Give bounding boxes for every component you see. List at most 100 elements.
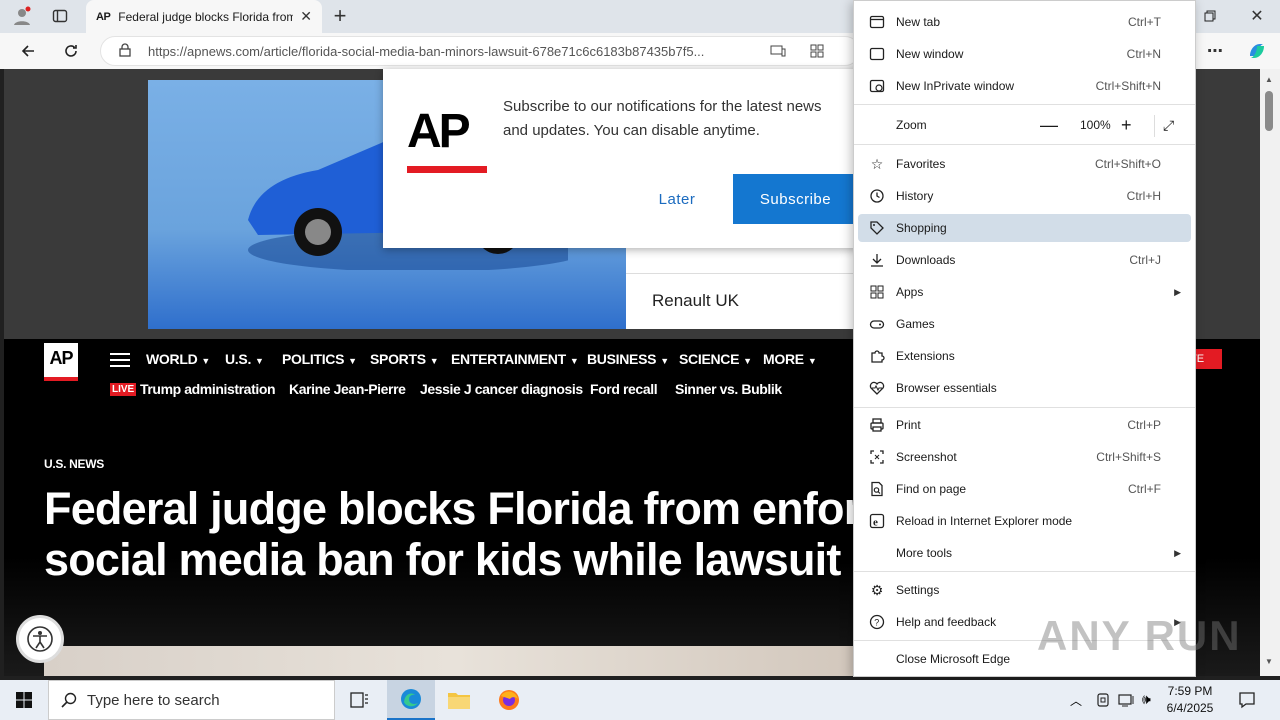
menu-item-apps[interactable]: Apps ▶ xyxy=(858,278,1191,306)
chevron-down-icon: ▼ xyxy=(201,356,210,366)
nav-entertainment-label: ENTERTAINMENT xyxy=(451,351,566,367)
trending-link[interactable]: Sinner vs. Bublik xyxy=(675,381,782,397)
chevron-down-icon: ▼ xyxy=(255,356,264,366)
settings-more-icon[interactable]: ⋯ xyxy=(1201,37,1229,65)
article-kicker[interactable]: U.S. NEWS xyxy=(44,457,104,471)
active-tab[interactable]: AP Federal judge blocks Florida from ✕ xyxy=(86,0,322,33)
trending-link[interactable]: Trump administration xyxy=(140,381,276,397)
later-button[interactable]: Later xyxy=(633,174,721,224)
nav-politics[interactable]: POLITICS ▼ xyxy=(282,351,357,367)
apps-icon xyxy=(858,284,896,300)
watermark: ANY RUN xyxy=(1037,612,1242,659)
screenshot-icon xyxy=(858,449,896,465)
menu-shortcut: Ctrl+P xyxy=(1127,418,1161,432)
network-device-icon[interactable] xyxy=(1095,692,1111,713)
trending-link[interactable]: Karine Jean-Pierre xyxy=(289,381,406,397)
history-icon xyxy=(858,188,896,204)
ap-logo[interactable]: AP xyxy=(44,343,78,381)
menu-item-new-window[interactable]: New window Ctrl+N xyxy=(858,40,1191,68)
menu-item-ie-mode[interactable]: e Reload in Internet Explorer mode xyxy=(858,507,1191,535)
scroll-thumb[interactable] xyxy=(1265,91,1273,131)
volume-icon[interactable]: 🕪 xyxy=(1142,691,1151,708)
svg-text:?: ? xyxy=(874,618,879,628)
menu-item-favorites[interactable]: ☆ Favorites Ctrl+Shift+O xyxy=(858,150,1191,178)
scroll-up-icon[interactable]: ▲ xyxy=(1265,75,1273,84)
nav-us[interactable]: U.S. ▼ xyxy=(225,351,264,367)
tab-favicon: AP xyxy=(96,10,111,23)
accessibility-button[interactable] xyxy=(16,615,64,663)
nav-sports[interactable]: SPORTS ▼ xyxy=(370,351,439,367)
read-aloud-icon[interactable] xyxy=(764,37,792,65)
help-icon: ? xyxy=(858,614,896,630)
tray-overflow-icon[interactable]: ︿ xyxy=(1070,692,1082,709)
url-text: https://apnews.com/article/florida-socia… xyxy=(148,43,705,59)
trending-link[interactable]: Jessie J cancer diagnosis xyxy=(420,381,583,397)
notifications-icon[interactable] xyxy=(1238,691,1256,714)
menu-item-extensions[interactable]: Extensions xyxy=(858,342,1191,370)
refresh-icon[interactable] xyxy=(57,37,85,65)
nav-science[interactable]: SCIENCE ▼ xyxy=(679,351,752,367)
nav-world-label: WORLD xyxy=(146,351,198,367)
menu-item-screenshot[interactable]: Screenshot Ctrl+Shift+S xyxy=(858,443,1191,471)
windows-start-icon[interactable] xyxy=(0,680,48,720)
notification-popup: AP Subscribe to our notifications for th… xyxy=(383,69,858,248)
menu-shortcut: Ctrl+Shift+S xyxy=(1096,450,1161,464)
nav-more-label: MORE xyxy=(763,351,804,367)
new-tab-icon xyxy=(858,14,896,30)
menu-item-history[interactable]: History Ctrl+H xyxy=(858,182,1191,210)
close-window-icon[interactable]: ✕ xyxy=(1243,2,1271,30)
menu-item-more-tools[interactable]: More tools ▶ xyxy=(858,539,1191,567)
popup-message: Subscribe to our notifications for the l… xyxy=(503,98,822,139)
page-scrollbar[interactable]: ▲ ▼ xyxy=(1260,69,1280,676)
popup-ap-logo: AP xyxy=(407,107,487,173)
close-tab-icon[interactable]: ✕ xyxy=(300,8,312,25)
taskbar-search-box[interactable]: Type here to search xyxy=(48,680,335,720)
menu-item-settings[interactable]: ⚙ Settings xyxy=(858,576,1191,604)
nav-entertainment[interactable]: ENTERTAINMENT ▼ xyxy=(451,351,579,367)
restore-window-icon[interactable] xyxy=(1196,2,1224,30)
chevron-down-icon: ▼ xyxy=(807,356,817,366)
back-arrow-icon[interactable] xyxy=(14,37,42,65)
nav-more[interactable]: MORE ▼ xyxy=(763,351,817,367)
taskbar-clock[interactable]: 7:59 PM 6/4/2025 xyxy=(1160,683,1220,717)
chevron-down-icon: ▼ xyxy=(660,356,669,366)
fullscreen-icon[interactable]: ⤢ xyxy=(1163,117,1174,134)
search-placeholder: Type here to search xyxy=(87,691,220,709)
menu-item-shopping[interactable]: Shopping xyxy=(858,214,1191,242)
firefox-icon[interactable] xyxy=(485,680,533,720)
task-view-icon[interactable] xyxy=(336,680,384,720)
zoom-out-button[interactable]: — xyxy=(1040,115,1058,136)
menu-item-inprivate[interactable]: New InPrivate window Ctrl+Shift+N xyxy=(858,72,1191,100)
menu-item-downloads[interactable]: Downloads Ctrl+J xyxy=(858,246,1191,274)
address-bar[interactable]: https://apnews.com/article/florida-socia… xyxy=(100,36,860,66)
network-icon[interactable] xyxy=(1118,692,1136,713)
menu-item-label: More tools xyxy=(896,546,953,560)
edge-taskbar-icon[interactable] xyxy=(387,680,435,720)
file-explorer-icon[interactable] xyxy=(435,680,483,720)
hamburger-menu-icon[interactable] xyxy=(110,353,130,372)
menu-item-browser-essentials[interactable]: Browser essentials xyxy=(858,374,1191,402)
profile-icon[interactable] xyxy=(8,2,36,30)
subscribe-button[interactable]: Subscribe xyxy=(733,174,858,224)
clock-time: 7:59 PM xyxy=(1167,684,1213,698)
menu-item-print[interactable]: Print Ctrl+P xyxy=(858,411,1191,439)
lock-icon[interactable] xyxy=(119,43,131,60)
menu-item-label: Apps xyxy=(896,285,924,299)
menu-item-games[interactable]: Games xyxy=(858,310,1191,338)
new-tab-plus-icon[interactable]: + xyxy=(326,2,354,30)
menu-item-new-tab[interactable]: New tab Ctrl+T xyxy=(858,8,1191,36)
zoom-in-button[interactable]: + xyxy=(1121,115,1132,136)
tab-actions-icon[interactable] xyxy=(46,2,74,30)
print-icon xyxy=(858,417,896,433)
copilot-icon[interactable] xyxy=(1243,37,1271,65)
nav-world[interactable]: WORLD ▼ xyxy=(146,351,210,367)
nav-sports-label: SPORTS xyxy=(370,351,426,367)
app-available-icon[interactable] xyxy=(803,37,831,65)
scroll-down-icon[interactable]: ▼ xyxy=(1265,657,1273,666)
trending-link[interactable]: Ford recall xyxy=(590,381,658,397)
menu-item-find-on-page[interactable]: Find on page Ctrl+F xyxy=(858,475,1191,503)
nav-business[interactable]: BUSINESS ▼ xyxy=(587,351,669,367)
menu-item-label: Extensions xyxy=(896,349,955,363)
ie-icon: e xyxy=(858,513,896,529)
ad-advertiser[interactable]: Renault UK xyxy=(652,291,739,311)
